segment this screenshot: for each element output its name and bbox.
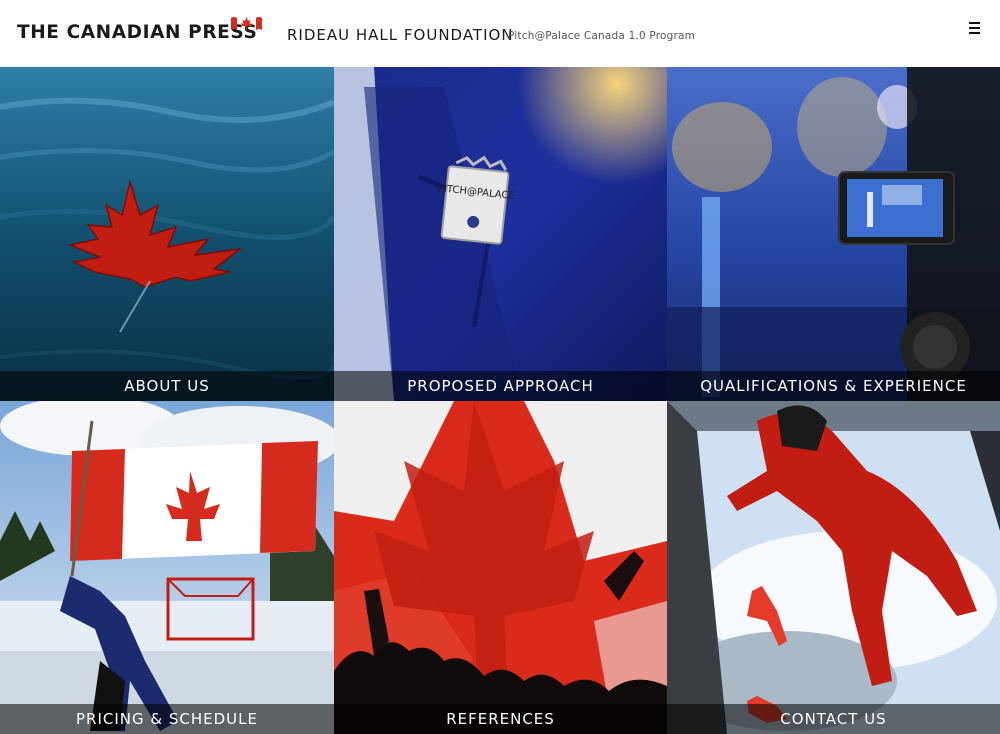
tile-grid: ABOUT US PITCH@PALACE PROPOSED APPROACH …	[0, 67, 1000, 734]
tile-pricing-schedule[interactable]: PRICING & SCHEDULE	[0, 401, 334, 734]
program-name: Pitch@Palace Canada 1.0 Program	[508, 30, 696, 42]
tile-about-us[interactable]: ABOUT US	[0, 67, 334, 401]
lapel-pin-image: PITCH@PALACE	[334, 67, 667, 401]
video-camera-image	[667, 67, 1000, 401]
site-header: THE CANADIAN PRESS RIDEAU HALL FOUNDATIO…	[0, 0, 1000, 67]
menu-line	[969, 22, 980, 24]
tile-label: PRICING & SCHEDULE	[0, 704, 334, 734]
tile-references[interactable]: REFERENCES	[334, 401, 667, 734]
tile-qualifications-experience[interactable]: QUALIFICATIONS & EXPERIENCE	[667, 67, 1000, 401]
tile-label: PROPOSED APPROACH	[334, 371, 667, 401]
tile-contact-us[interactable]: CONTACT US	[667, 401, 1000, 734]
tile-label: ABOUT US	[0, 371, 334, 401]
tile-label: REFERENCES	[334, 704, 667, 734]
maple-leaf-image	[0, 67, 334, 401]
tile-label: CONTACT US	[667, 704, 1000, 734]
tile-proposed-approach[interactable]: PITCH@PALACE PROPOSED APPROACH	[334, 67, 667, 401]
menu-line	[969, 32, 980, 34]
hockey-flag-image	[0, 401, 334, 734]
giant-flag-image	[334, 401, 667, 734]
skydivers-image	[667, 401, 1000, 734]
menu-line	[969, 27, 980, 29]
tile-label: QUALIFICATIONS & EXPERIENCE	[667, 371, 1000, 401]
client-name: RIDEAU HALL FOUNDATION	[287, 26, 514, 44]
canadian-flag-icon	[231, 17, 262, 30]
hamburger-menu-icon[interactable]	[965, 19, 985, 37]
brand-name[interactable]: THE CANADIAN PRESS	[17, 22, 257, 43]
